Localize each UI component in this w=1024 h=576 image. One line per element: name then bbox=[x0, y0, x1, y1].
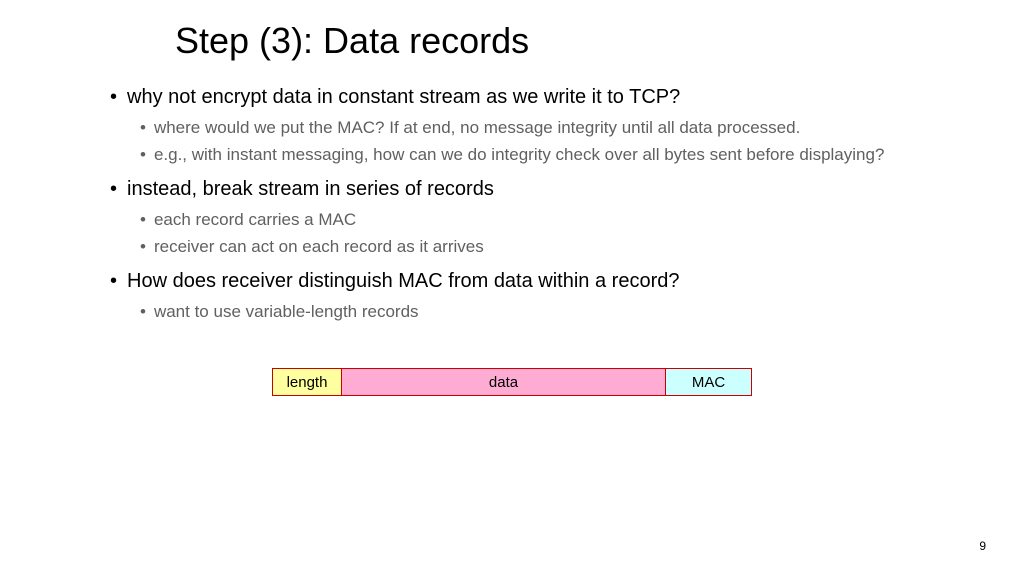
sub-bullet-text: each record carries a MAC bbox=[154, 209, 356, 231]
bullet-item: • instead, break stream in series of rec… bbox=[110, 176, 954, 202]
sub-bullet-item: • want to use variable-length records bbox=[140, 301, 954, 323]
bullet-item: • How does receiver distinguish MAC from… bbox=[110, 268, 954, 294]
bullet-text: How does receiver distinguish MAC from d… bbox=[127, 268, 679, 294]
bullet-text: why not encrypt data in constant stream … bbox=[127, 84, 680, 110]
sub-bullet-item: • each record carries a MAC bbox=[140, 209, 954, 231]
sub-bullet-item: • receiver can act on each record as it … bbox=[140, 236, 954, 258]
bullet-item: • why not encrypt data in constant strea… bbox=[110, 84, 954, 110]
sub-bullet-group: • each record carries a MAC • receiver c… bbox=[140, 209, 954, 258]
sub-bullet-item: • e.g., with instant messaging, how can … bbox=[140, 144, 954, 166]
slide-title: Step (3): Data records bbox=[175, 20, 1024, 62]
sub-bullet-text: receiver can act on each record as it ar… bbox=[154, 236, 484, 258]
bullet-dot: • bbox=[140, 236, 146, 258]
bullet-dot: • bbox=[140, 301, 146, 323]
slide-content: • why not encrypt data in constant strea… bbox=[110, 84, 954, 323]
bullet-dot: • bbox=[110, 176, 117, 202]
diagram-cell-mac: MAC bbox=[665, 369, 751, 395]
bullet-dot: • bbox=[140, 209, 146, 231]
page-number: 9 bbox=[979, 539, 986, 553]
diagram-cell-length: length bbox=[273, 369, 341, 395]
sub-bullet-item: • where would we put the MAC? If at end,… bbox=[140, 117, 954, 139]
record-diagram: length data MAC bbox=[272, 368, 752, 396]
bullet-dot: • bbox=[140, 117, 146, 139]
bullet-dot: • bbox=[110, 268, 117, 294]
bullet-text: instead, break stream in series of recor… bbox=[127, 176, 494, 202]
sub-bullet-group: • want to use variable-length records bbox=[140, 301, 954, 323]
bullet-dot: • bbox=[110, 84, 117, 110]
sub-bullet-text: where would we put the MAC? If at end, n… bbox=[154, 117, 800, 139]
sub-bullet-text: e.g., with instant messaging, how can we… bbox=[154, 144, 884, 166]
sub-bullet-group: • where would we put the MAC? If at end,… bbox=[140, 117, 954, 166]
diagram-cell-data: data bbox=[341, 369, 665, 395]
sub-bullet-text: want to use variable-length records bbox=[154, 301, 419, 323]
bullet-dot: • bbox=[140, 144, 146, 166]
